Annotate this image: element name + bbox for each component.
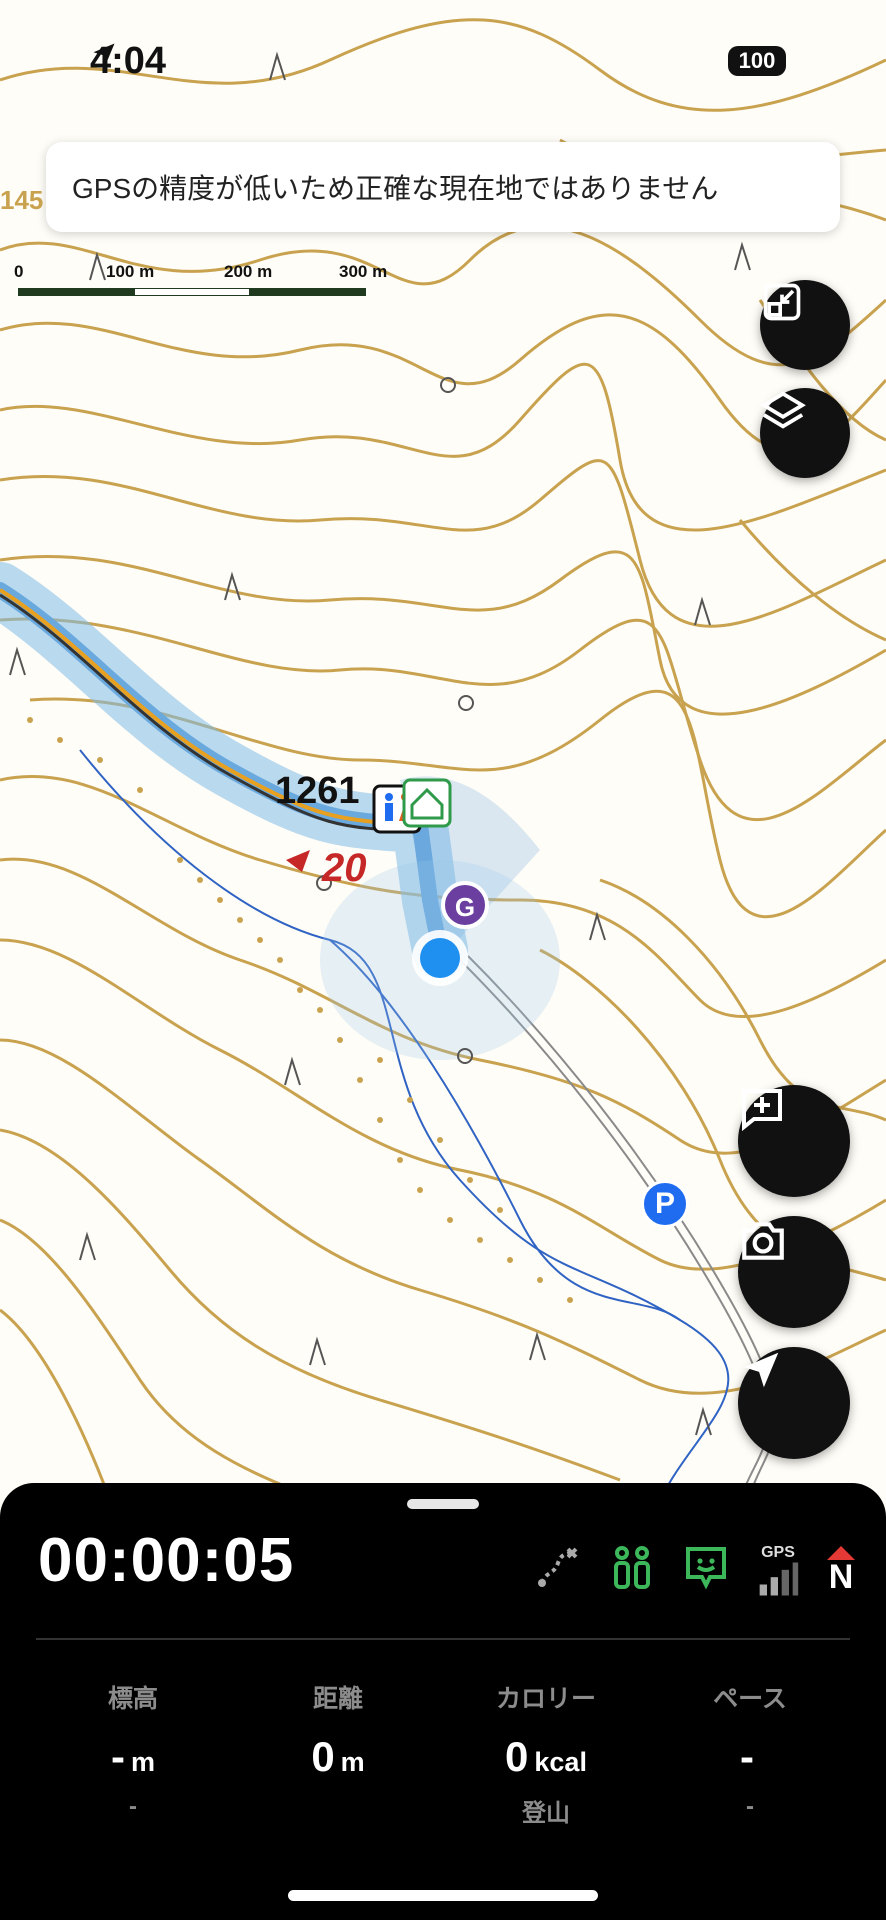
stat-pace: ペース - - bbox=[650, 1679, 850, 1821]
gps-warning-banner[interactable]: GPSの精度が低いため正確な現在地ではありません bbox=[46, 142, 840, 232]
stat-label: ペース bbox=[713, 1685, 787, 1713]
map-edge-label: 145 bbox=[0, 185, 44, 215]
panel-grip[interactable] bbox=[407, 1499, 479, 1509]
stat-unit: m bbox=[340, 1747, 365, 1777]
stat-unit: kcal bbox=[534, 1747, 587, 1777]
stat-sub: - bbox=[129, 1793, 137, 1820]
goal-marker-label: G bbox=[455, 892, 475, 922]
scale-resize-button[interactable] bbox=[760, 280, 850, 370]
panel-divider bbox=[36, 1638, 850, 1640]
stat-sub: - bbox=[746, 1793, 754, 1820]
elapsed-timer: 00:00:05 bbox=[38, 1526, 295, 1595]
scale-segment bbox=[18, 288, 134, 296]
camera-button[interactable] bbox=[738, 1216, 850, 1328]
battery-indicator: 100 bbox=[728, 46, 786, 76]
gps-label: GPS bbox=[761, 1543, 795, 1561]
scale-segment bbox=[134, 288, 250, 296]
people-icon[interactable] bbox=[608, 1543, 656, 1596]
compass-icon[interactable]: N bbox=[826, 1545, 856, 1596]
add-memo-button[interactable] bbox=[738, 1085, 850, 1197]
stat-value: - bbox=[110, 1733, 125, 1780]
stat-value: 0 bbox=[311, 1733, 335, 1780]
topographic-map[interactable]: G 4:04 100 GPSの精度が低いため正確な現在地ではありません 145 … bbox=[0, 0, 886, 1500]
route-edit-icon[interactable] bbox=[534, 1543, 582, 1596]
stat-unit: m bbox=[130, 1747, 155, 1777]
stat-label: 標高 bbox=[107, 1685, 158, 1713]
stat-label: カロリー bbox=[495, 1685, 596, 1713]
stat-value: 0 bbox=[505, 1733, 529, 1780]
stat-sub: 登山 bbox=[522, 1800, 570, 1827]
activity-panel: 00:00:05 GPS N 標高 -m - 距離 0m カロリー 0 kcal … bbox=[0, 1483, 886, 1920]
scale-label-200: 200 m bbox=[224, 262, 273, 281]
scale-segment bbox=[250, 288, 366, 296]
home-indicator[interactable] bbox=[288, 1890, 598, 1901]
layers-button[interactable] bbox=[760, 388, 850, 478]
stat-calories: カロリー 0 kcal 登山 bbox=[446, 1679, 646, 1828]
face-icon[interactable] bbox=[682, 1543, 730, 1596]
scale-label-300: 300 m bbox=[339, 262, 388, 281]
status-icons: GPS N bbox=[534, 1543, 856, 1596]
gps-signal-icon: GPS bbox=[756, 1544, 800, 1596]
parking-marker[interactable]: P bbox=[641, 1180, 689, 1228]
scale-bar: 0 100 m 200 m 300 m bbox=[14, 262, 414, 302]
scale-label-0: 0 bbox=[14, 262, 24, 281]
compass-label: N bbox=[828, 1557, 854, 1596]
stat-value: - bbox=[740, 1733, 754, 1780]
scale-label-100: 100 m bbox=[106, 262, 155, 281]
stat-distance: 距離 0m bbox=[238, 1679, 438, 1793]
stat-elevation: 標高 -m - bbox=[33, 1679, 233, 1821]
route-marker-number: 20 bbox=[322, 846, 367, 890]
stat-label: 距離 bbox=[312, 1685, 363, 1713]
status-bar: 4:04 bbox=[90, 40, 180, 83]
navigate-button[interactable] bbox=[738, 1347, 850, 1459]
elevation-label: 1261 bbox=[275, 770, 360, 812]
